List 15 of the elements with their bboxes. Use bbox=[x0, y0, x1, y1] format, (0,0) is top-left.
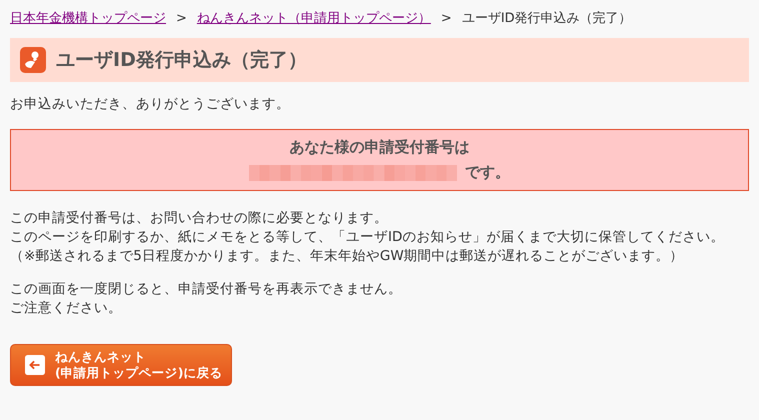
breadcrumb-link[interactable]: ねんきんネット（申請用トップページ） bbox=[196, 9, 431, 27]
thanks-text: お申込みいただき、ありがとうございます。 bbox=[10, 95, 291, 113]
stamp-icon bbox=[20, 47, 46, 73]
breadcrumb-separator: > bbox=[176, 10, 187, 26]
breadcrumb-separator: > bbox=[440, 10, 452, 26]
breadcrumb-link[interactable]: 日本年金機構トップページ bbox=[10, 9, 166, 27]
arrow-left-icon bbox=[25, 355, 45, 375]
page-title: ユーザID発行申込み（完了） bbox=[56, 48, 307, 73]
info-text: この申請受付番号は、お問い合わせの際に必要となります。 bbox=[10, 209, 389, 228]
info-text: ご注意ください。 bbox=[10, 299, 123, 318]
notice-text: あなた様の申請受付番号は bbox=[290, 138, 470, 157]
breadcrumb-current: ユーザID発行申込み（完了） bbox=[462, 10, 632, 27]
info-text: この画面を一度閉じると、申請受付番号を再表示できません。 bbox=[10, 280, 403, 299]
info-text: このページを印刷するか、紙にメモをとる等して、「ユーザIDのお知らせ」が届くまで大切に保管してください。（※郵送されるまで5日程度かかります。また、年末年始やGW期間中は郵送が遅れることがございます。） bbox=[10, 228, 726, 266]
notice-suffix: です。 bbox=[465, 163, 510, 182]
